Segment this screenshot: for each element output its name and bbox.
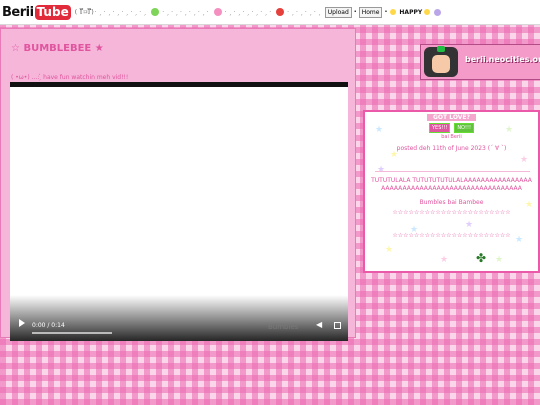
dot-decoration: ·ˏ·ˏ·ˏ·ˏ·ˏ·ˏ	[94, 8, 149, 16]
divider	[375, 171, 530, 172]
svg-text:★: ★	[465, 220, 473, 230]
avatar-face	[432, 55, 450, 73]
progress-bar[interactable]	[32, 332, 112, 334]
clover-icon: ✤	[476, 251, 487, 265]
star-row: ☆☆☆☆☆☆☆☆☆☆☆☆☆☆☆☆☆☆☆☆☆☆	[392, 209, 511, 216]
video-subtitle: ( •ω•) ...: ̗̀ have fun watchin meh vid!…	[11, 74, 129, 81]
video-title: ☆ BUMBLEBEE ★	[11, 43, 104, 54]
lyrics-line-1: TUTUTULALA TUTUTUTUTULALAAAAAAAAAAAAAAAA	[371, 177, 532, 184]
green-bow-icon	[437, 46, 445, 52]
lyrics-line-2: AAAAAAAAAAAAAAAAAAAAAAAAAAAAAAAAA	[381, 185, 522, 192]
smiley-icon	[424, 9, 431, 15]
dot-decoration: ·ˏ·ˏ·ˏ·ˏ·ˏ·	[162, 8, 211, 16]
video-panel: ☆ BUMBLEBEE ★ ( •ω•) ...: ̗̀ have fun wa…	[0, 28, 356, 341]
svg-text:★: ★	[440, 255, 448, 265]
bumbles-credit: Bumbles bai Bambee	[419, 199, 484, 206]
banner-url-text: berii.neocities.or	[465, 55, 540, 64]
card-bai-text: bai Berii	[441, 134, 462, 140]
video-watermark: Bumbles	[268, 323, 299, 331]
top-navigation-bar: Berii Tube ( ꒦ິ⌑꒦ີ) ·ˏ·ˏ·ˏ·ˏ·ˏ·ˏ ·ˏ·ˏ·ˏ·…	[0, 0, 540, 25]
video-controls: 0:00 / 0:14 Bumbles ◀	[10, 295, 348, 341]
card-title: GOT LOVE?	[365, 114, 538, 121]
svg-text:★: ★	[385, 245, 393, 255]
kaomoji-decoration: ( ꒦ິ⌑꒦ີ)	[74, 8, 94, 16]
dot-decoration: ·ˏ·ˏ·ˏ·ˏ	[287, 8, 323, 16]
star-row: ☆☆☆☆☆☆☆☆☆☆☆☆☆☆☆☆☆☆☆☆☆☆	[392, 232, 511, 239]
pink-emoji-icon	[213, 8, 222, 16]
dot-decoration: ·ˏ·ˏ·ˏ·ˏ·ˏ·	[224, 8, 274, 16]
got-love-label: GOT LOVE?	[427, 114, 476, 121]
red-emoji-icon	[276, 8, 285, 16]
site-logo[interactable]: Berii Tube	[2, 4, 71, 20]
yes-button[interactable]: YES!!!	[428, 123, 451, 133]
video-time: 0:00 / 0:14	[32, 322, 65, 329]
video-player[interactable]: 0:00 / 0:14 Bumbles ◀	[10, 82, 348, 341]
happy-text: HAPPY	[399, 8, 423, 16]
fullscreen-icon[interactable]	[334, 322, 341, 329]
green-emoji-icon	[151, 8, 160, 16]
pixel-avatar-icon	[424, 46, 458, 77]
svg-text:★: ★	[495, 255, 503, 265]
info-card: ★ ★ ★ ★ ★ ★ ★ ★ ★ ★ ★ ★ GOT LOVE? YES!!!…	[363, 110, 540, 273]
logo-tube-text: Tube	[34, 4, 71, 20]
play-icon[interactable]	[19, 319, 25, 327]
bullet-separator: •	[384, 9, 388, 15]
volume-icon[interactable]: ◀	[316, 321, 324, 329]
card-buttons: YES!!! NO!!!	[365, 123, 538, 133]
no-button[interactable]: NO!!!	[454, 123, 475, 133]
purple-emoji-icon	[434, 8, 442, 16]
svg-text:★: ★	[520, 155, 528, 165]
svg-text:★: ★	[377, 165, 385, 175]
logo-berii-text: Berii	[2, 4, 34, 20]
smiley-icon	[390, 9, 397, 15]
neocities-banner[interactable]: berii.neocities.or	[420, 44, 540, 80]
bullet-separator: •	[353, 9, 357, 15]
posted-date: posted deh 11th of June 2023 (´ ∀ `)	[396, 145, 507, 152]
home-button[interactable]: Home	[358, 6, 383, 18]
upload-button[interactable]: Upload	[324, 6, 352, 18]
